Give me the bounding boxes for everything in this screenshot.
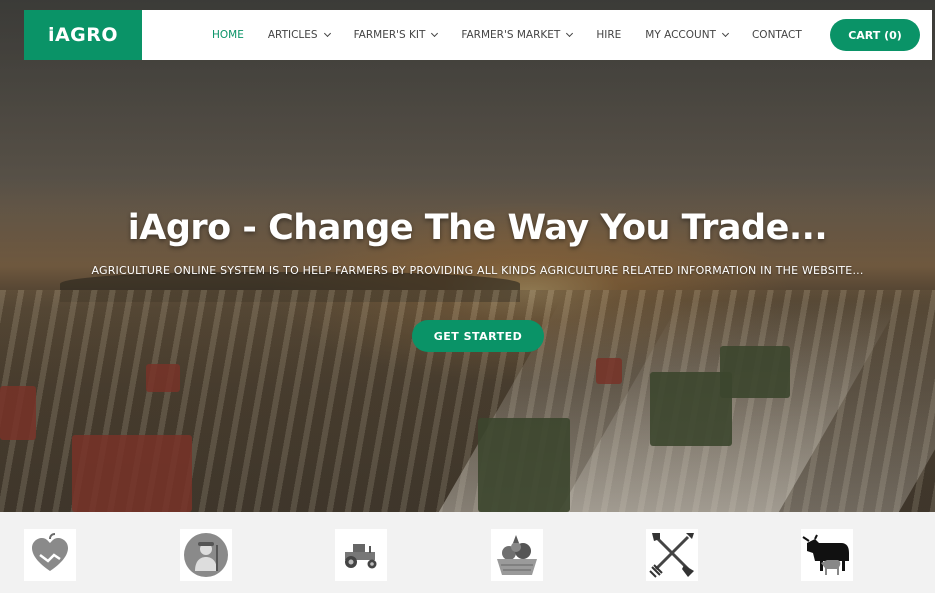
hero-title: iAgro - Change The Way You Trade... (127, 208, 828, 248)
nav-item-label: HIRE (596, 29, 622, 41)
nav-item-hire[interactable]: HIRE (596, 29, 621, 41)
nav-item-farmers-kit[interactable]: FARMER'S KIT (353, 29, 439, 41)
nav-item-label: FARMER'S KIT (353, 29, 426, 41)
produce-basket-icon (497, 535, 537, 575)
nav-item-label: ARTICLES (267, 29, 318, 41)
nav-item-my-account[interactable]: MY ACCOUNT (645, 29, 730, 41)
crossed-tools-icon (649, 533, 694, 578)
heart-handshake-icon (32, 533, 68, 571)
chevron-down-icon (566, 29, 574, 38)
get-started-button[interactable]: GET STARTED (412, 320, 544, 352)
category-tile-crossed-tools[interactable] (646, 529, 698, 581)
farmer-icon (184, 533, 228, 577)
hero-harvester (650, 372, 732, 446)
site-logo[interactable]: iAGRO (24, 10, 142, 60)
nav-item-label: FARMER'S MARKET (461, 29, 561, 41)
main-menu: HOME ARTICLES FARMER'S KIT FARMER'S MARK… (212, 29, 826, 41)
category-tile-produce-basket[interactable] (491, 529, 543, 581)
nav-item-label: CONTACT (751, 29, 802, 41)
hero-banner: iAgro - Change The Way You Trade... AGRI… (0, 0, 935, 512)
category-tile-farmer[interactable] (180, 529, 232, 581)
nav-item-contact[interactable]: CONTACT (752, 29, 802, 41)
category-tile-tractor[interactable] (335, 529, 387, 581)
hero-harvester (478, 418, 570, 512)
nav-item-home[interactable]: HOME (212, 29, 244, 41)
cart-button[interactable]: CART (0) (830, 19, 920, 51)
category-tile-livestock[interactable] (801, 529, 853, 581)
top-navbar: iAGRO HOME ARTICLES FARMER'S KIT FARMER'… (24, 10, 932, 60)
nav-item-farmers-market[interactable]: FARMER'S MARKET (461, 29, 574, 41)
tractor-icon (345, 544, 377, 569)
hero-harvester (72, 435, 192, 512)
hero-harvester (146, 364, 180, 392)
hero-subtitle: AGRICULTURE ONLINE SYSTEM IS TO HELP FAR… (91, 264, 864, 277)
chevron-down-icon (721, 29, 730, 38)
nav-item-label: HOME (212, 29, 244, 41)
nav-item-articles[interactable]: ARTICLES (267, 29, 331, 41)
livestock-icon (802, 534, 849, 575)
hero-harvester (596, 358, 622, 384)
chevron-down-icon (323, 29, 331, 38)
nav-item-label: MY ACCOUNT (645, 29, 716, 41)
chevron-down-icon (431, 29, 439, 38)
category-strip (0, 512, 935, 593)
category-tile-heart-handshake[interactable] (24, 529, 76, 581)
hero-harvester (0, 386, 36, 440)
